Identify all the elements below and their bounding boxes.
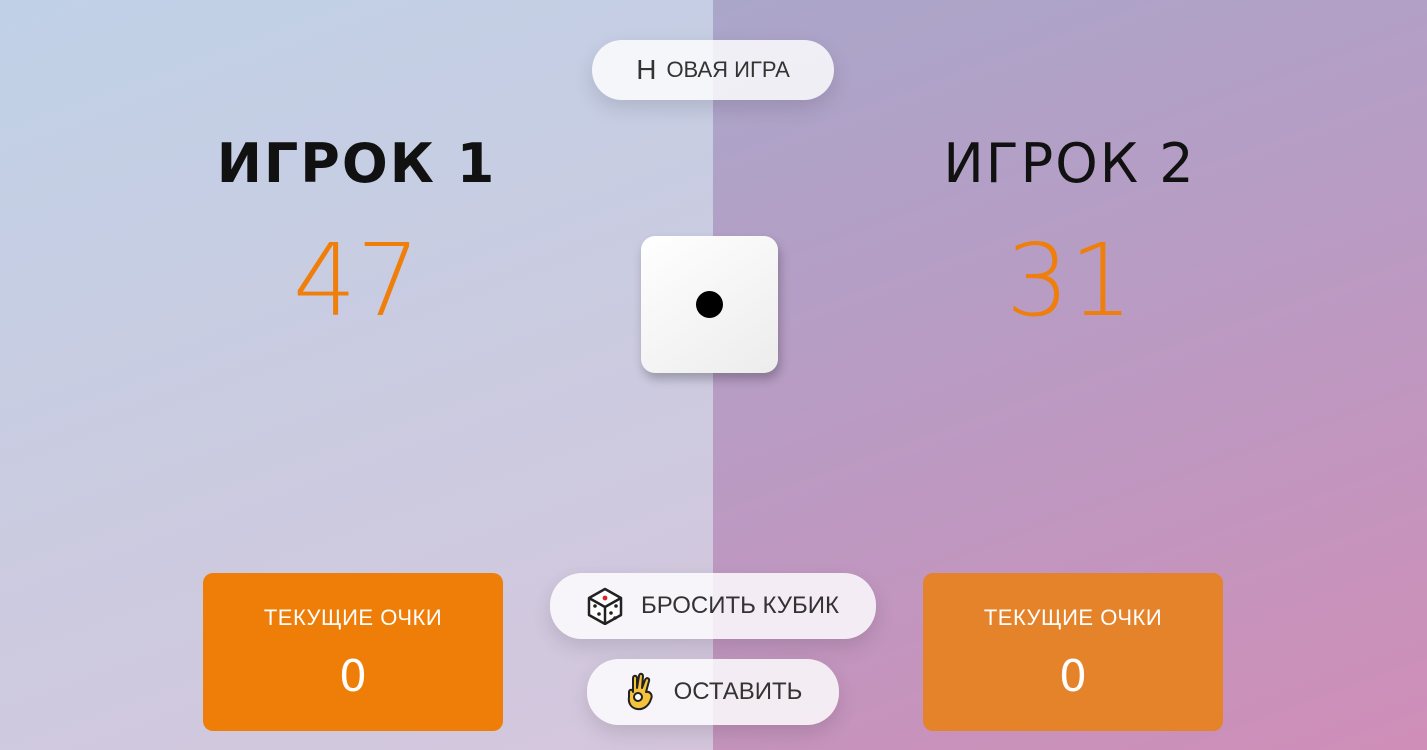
dice-icon bbox=[587, 587, 623, 625]
player-2-score: 31 bbox=[1005, 222, 1134, 339]
player-2-current-box: ТЕКУЩИЕ ОЧКИ 0 bbox=[923, 573, 1223, 731]
dice bbox=[641, 236, 778, 373]
player-1-name: ИГРОК 1 bbox=[216, 132, 497, 195]
player-1-current-value: 0 bbox=[339, 651, 367, 702]
hold-label: ОСТАВИТЬ bbox=[673, 678, 803, 705]
player-2-current-value: 0 bbox=[1059, 651, 1087, 702]
roll-dice-button[interactable]: БРОСИТЬ КУБИК bbox=[550, 573, 876, 639]
new-game-label-first: Н bbox=[636, 54, 657, 85]
player-1-current-label: ТЕКУЩИЕ ОЧКИ bbox=[263, 605, 443, 630]
hold-button[interactable]: ОСТАВИТЬ bbox=[587, 659, 839, 725]
new-game-label-rest: ОВАЯ ИГРА bbox=[666, 57, 790, 82]
player-1-score: 47 bbox=[292, 222, 421, 339]
ok-hand-icon bbox=[624, 672, 656, 712]
roll-dice-label: БРОСИТЬ КУБИК bbox=[640, 592, 840, 619]
new-game-button[interactable]: Н ОВАЯ ИГРА bbox=[592, 40, 834, 100]
dice-pip bbox=[696, 291, 723, 318]
player-2-name: ИГРОК 2 bbox=[943, 132, 1196, 195]
player-1-current-box: ТЕКУЩИЕ ОЧКИ 0 bbox=[203, 573, 503, 731]
player-2-current-label: ТЕКУЩИЕ ОЧКИ bbox=[983, 605, 1163, 630]
